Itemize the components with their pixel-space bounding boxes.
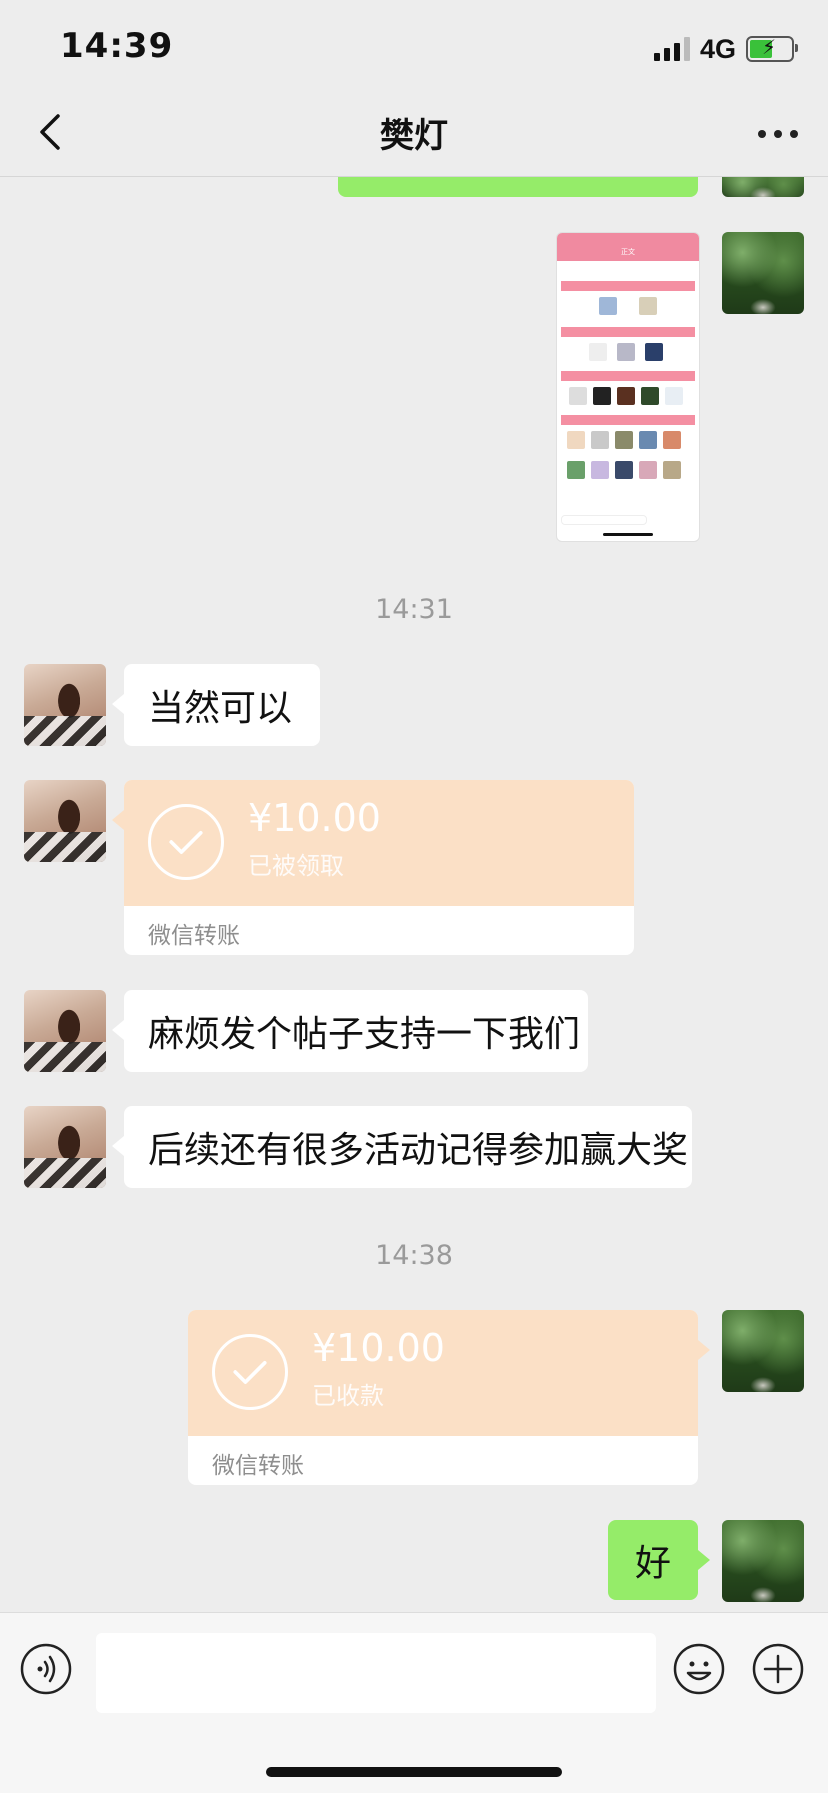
battery-icon: ⚡ <box>746 35 798 62</box>
avatar[interactable] <box>722 232 804 314</box>
more-icon[interactable] <box>758 130 798 138</box>
status-indicators: 4G ⚡ <box>653 33 798 64</box>
plus-icon[interactable] <box>752 1643 804 1695</box>
avatar[interactable] <box>722 177 804 197</box>
thumb-band <box>561 415 695 425</box>
message-input[interactable] <box>96 1633 656 1713</box>
transfer-amount: ¥10.00 <box>248 796 381 840</box>
status-time: 14:39 <box>60 26 174 66</box>
voice-icon[interactable] <box>20 1643 72 1695</box>
avatar[interactable] <box>24 990 106 1072</box>
message-bubble[interactable]: 好 <box>608 1520 698 1600</box>
message-bubble[interactable]: 当然可以 <box>124 664 320 746</box>
thumb-band <box>561 371 695 381</box>
timestamp: 14:38 <box>375 1240 453 1271</box>
transfer-label: 微信转账 <box>212 1453 304 1479</box>
transfer-card[interactable]: ¥10.00 已被领取 微信转账 <box>124 780 634 955</box>
thumb-title: 正文 <box>621 248 635 256</box>
timestamp: 14:31 <box>375 594 453 625</box>
thumb-band <box>561 281 695 291</box>
image-message[interactable]: 正文 <box>556 232 700 542</box>
home-indicator <box>266 1767 562 1777</box>
avatar[interactable] <box>722 1520 804 1602</box>
message-bubble[interactable]: 后续还有很多活动记得参加赢大奖 <box>124 1106 692 1188</box>
navigation-bar: 樊灯 <box>0 88 828 177</box>
avatar[interactable] <box>24 1106 106 1188</box>
check-icon <box>148 804 224 880</box>
avatar[interactable] <box>722 1310 804 1392</box>
input-bar <box>0 1612 828 1793</box>
network-type: 4G <box>699 33 736 64</box>
signal-icon <box>653 37 690 61</box>
transfer-status: 已被领取 <box>248 852 344 880</box>
emoji-icon[interactable] <box>673 1643 725 1695</box>
transfer-status: 已收款 <box>312 1382 384 1410</box>
chat-title: 樊灯 <box>380 116 448 156</box>
thumb-band <box>561 327 695 337</box>
transfer-amount: ¥10.00 <box>312 1326 445 1370</box>
message-bubble-partial[interactable] <box>338 177 698 197</box>
transfer-card[interactable]: ¥10.00 已收款 微信转账 <box>188 1310 698 1485</box>
message-bubble[interactable]: 麻烦发个帖子支持一下我们 <box>124 990 588 1072</box>
transfer-label: 微信转账 <box>148 923 240 949</box>
check-icon <box>212 1334 288 1410</box>
avatar[interactable] <box>24 780 106 862</box>
avatar[interactable] <box>24 664 106 746</box>
